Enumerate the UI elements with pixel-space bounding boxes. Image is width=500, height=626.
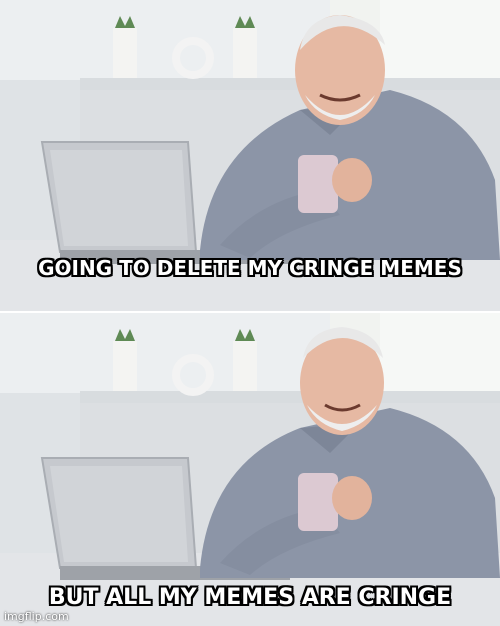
top-caption: GOING TO DELETE MY CRINGE MEMES	[38, 256, 462, 280]
meme-image: GOING TO DELETE MY CRINGE MEMES BUT ALL …	[0, 0, 500, 626]
bottom-caption: BUT ALL MY MEMES ARE CRINGE	[48, 585, 452, 610]
watermark: imgflip.com	[4, 610, 69, 623]
bottom-panel-photo	[0, 313, 500, 626]
office-scene-bottom	[0, 313, 500, 626]
